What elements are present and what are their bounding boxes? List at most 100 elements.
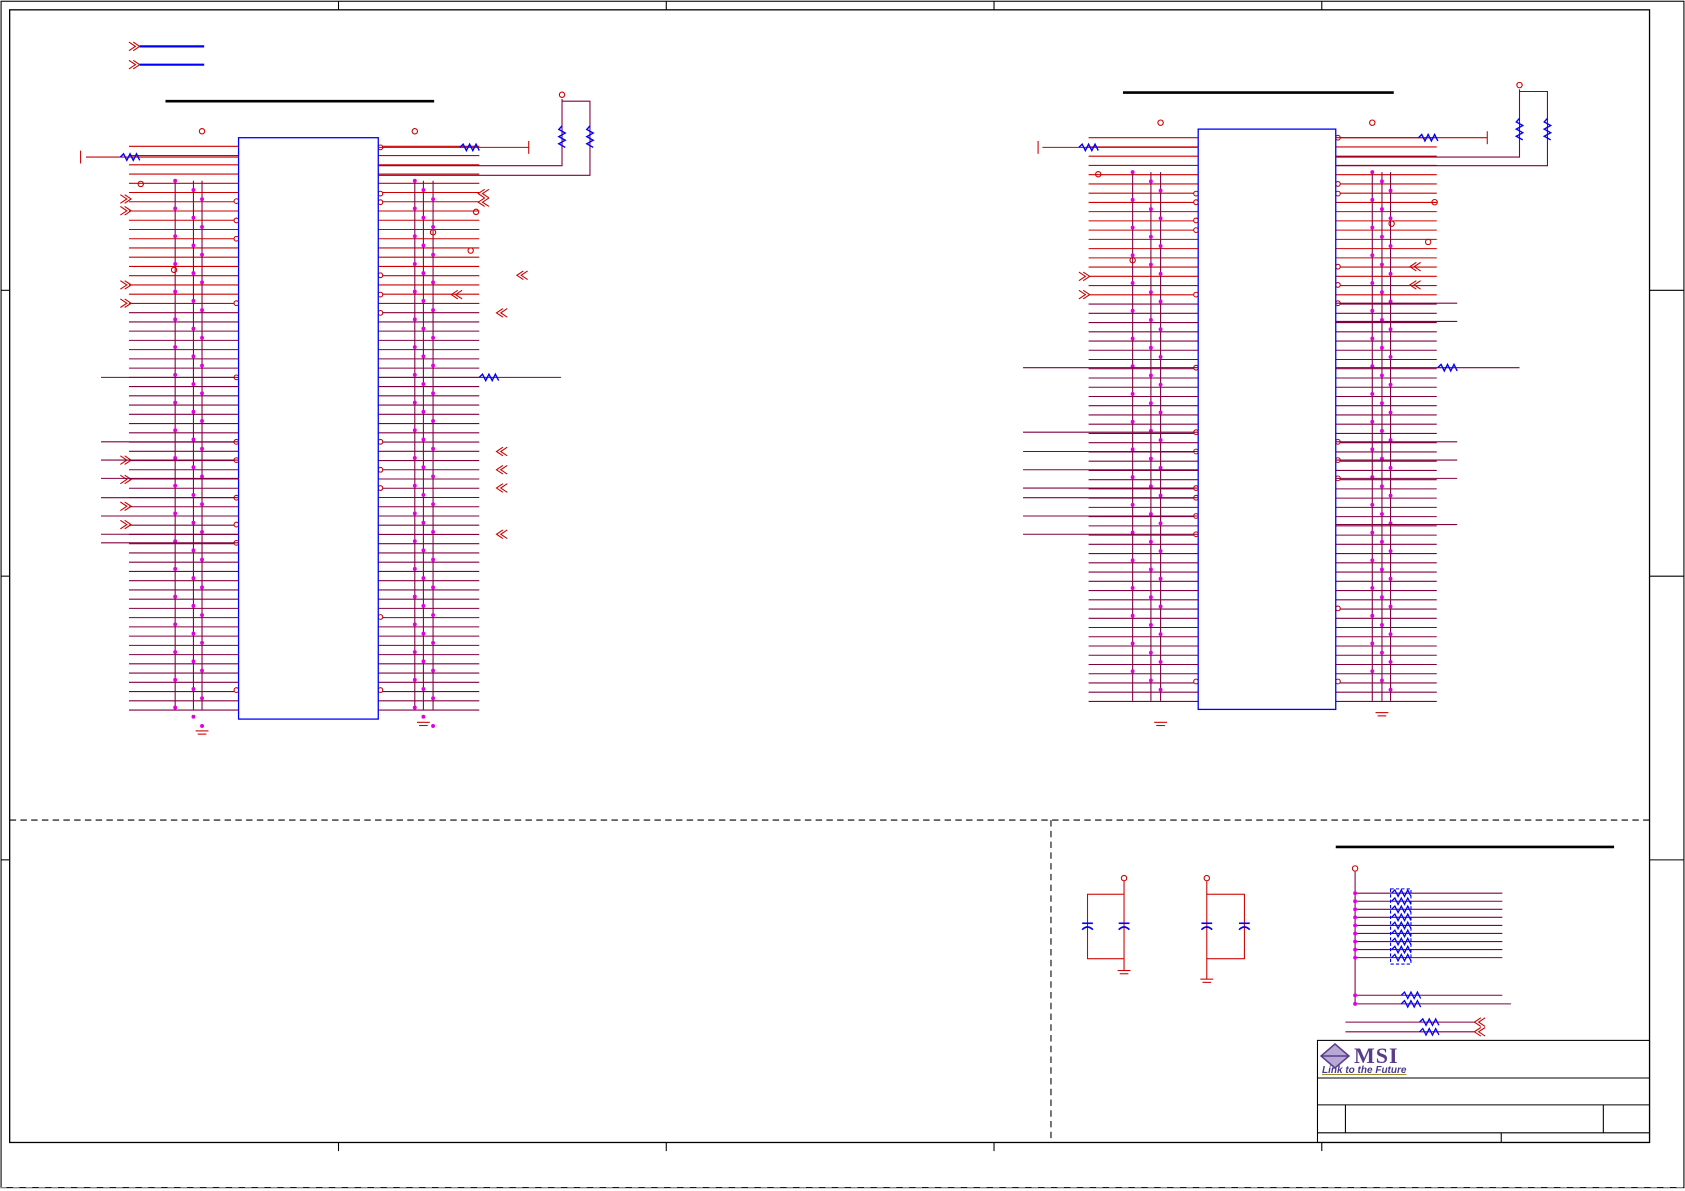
legend xyxy=(128,41,205,70)
junction-dot xyxy=(1370,613,1375,618)
junction-dot xyxy=(173,261,178,266)
offpage-connector xyxy=(495,529,508,539)
junction-dot xyxy=(431,363,436,368)
offpage-connector xyxy=(1078,289,1091,300)
junction-dot xyxy=(173,650,178,654)
decoupling-capacitors xyxy=(1086,874,1245,983)
junction-dot xyxy=(1148,290,1153,295)
junction-dot xyxy=(421,603,426,608)
junction-dot xyxy=(173,677,178,682)
junction-dot xyxy=(431,724,436,728)
junction-dot xyxy=(191,576,196,581)
junction-dot xyxy=(1370,558,1375,563)
junction-dot xyxy=(1388,216,1393,221)
offpage-connector xyxy=(120,519,133,530)
junction-dot xyxy=(1370,502,1375,507)
offpage-connector xyxy=(495,465,508,475)
junction-dot xyxy=(431,613,436,617)
junction-dot xyxy=(1158,327,1163,332)
junction-dot xyxy=(191,188,196,192)
junction-dot xyxy=(1353,915,1358,920)
junction-dot xyxy=(1130,669,1135,674)
junction-dot xyxy=(191,548,196,553)
junction-dot xyxy=(1380,595,1384,600)
junction-dot xyxy=(1130,641,1135,646)
junction-dot xyxy=(191,326,196,331)
junction-dot xyxy=(191,631,196,636)
junction-dot xyxy=(1353,1001,1358,1006)
junction-dot xyxy=(191,520,196,525)
junction-dot xyxy=(1388,271,1393,276)
power-port xyxy=(1157,119,1164,126)
junction-dot xyxy=(421,437,426,442)
junction-dot xyxy=(191,659,196,664)
junction-dot xyxy=(1158,659,1163,664)
junction-dot xyxy=(200,280,204,285)
junction-dot xyxy=(1148,234,1153,239)
junction-dot xyxy=(1370,308,1375,313)
junction-dot xyxy=(1370,225,1375,230)
junction-dot xyxy=(1388,687,1393,692)
junction-dot xyxy=(1148,318,1153,322)
junction-dot xyxy=(1130,253,1135,258)
junction-dot xyxy=(1388,493,1393,498)
junction-dot xyxy=(431,252,436,257)
junction-dot xyxy=(200,613,204,617)
junction-dot xyxy=(1158,687,1163,692)
junction-dot xyxy=(412,483,417,488)
junction-dot xyxy=(1388,604,1393,609)
junction-dot xyxy=(1380,512,1384,516)
junction-dot xyxy=(412,289,417,294)
junction-dot xyxy=(1158,493,1163,498)
junction-dot xyxy=(1353,931,1358,936)
junction-dot xyxy=(200,557,204,562)
junction-dot xyxy=(431,502,436,507)
junction-dot xyxy=(1388,659,1393,664)
junction-dot xyxy=(421,354,426,359)
junction-dot xyxy=(1370,391,1375,396)
junction-dot xyxy=(200,363,204,368)
junction-dot xyxy=(1130,502,1135,507)
junction-dot xyxy=(200,668,204,673)
junction-dot xyxy=(412,206,417,211)
junction-dot xyxy=(1388,465,1393,470)
junction-dot xyxy=(200,224,204,229)
junction-dot xyxy=(1380,567,1384,572)
junction-dot xyxy=(1148,650,1153,655)
junction-dot xyxy=(173,289,178,294)
junction-dot xyxy=(1388,327,1393,332)
junction-dot xyxy=(421,576,426,581)
junction-dot xyxy=(191,465,196,470)
junction-dot xyxy=(1148,678,1153,683)
junction-dot xyxy=(191,437,196,442)
junction-dot xyxy=(412,456,417,460)
junction-dot xyxy=(431,474,436,479)
junction-dot xyxy=(412,317,417,322)
junction-dot xyxy=(200,446,204,451)
junction-dot xyxy=(1158,216,1163,221)
junction-dot xyxy=(421,326,426,331)
junction-dot xyxy=(173,511,178,516)
junction-dot xyxy=(191,409,196,414)
left-chip-group xyxy=(80,91,595,735)
junction-dot xyxy=(421,271,426,276)
junction-dot xyxy=(191,243,196,248)
junction-dot xyxy=(191,271,196,276)
junction-dot xyxy=(173,705,178,710)
junction-dot xyxy=(421,215,426,220)
junction-dot xyxy=(412,705,417,710)
power-port xyxy=(411,128,419,135)
chip-body xyxy=(237,137,379,720)
junction-dot xyxy=(1158,604,1163,609)
junction-dot xyxy=(431,224,436,229)
junction-dot xyxy=(1380,262,1384,267)
power-port xyxy=(472,208,480,216)
offpage-connector xyxy=(1473,1027,1486,1037)
junction-dot xyxy=(173,483,178,488)
pullup-wire xyxy=(378,99,591,176)
junction-dot xyxy=(173,206,178,211)
offpage-connector xyxy=(1473,1017,1486,1027)
junction-dot xyxy=(1130,613,1135,618)
junction-dot xyxy=(1370,419,1375,424)
junction-dot xyxy=(421,382,426,386)
